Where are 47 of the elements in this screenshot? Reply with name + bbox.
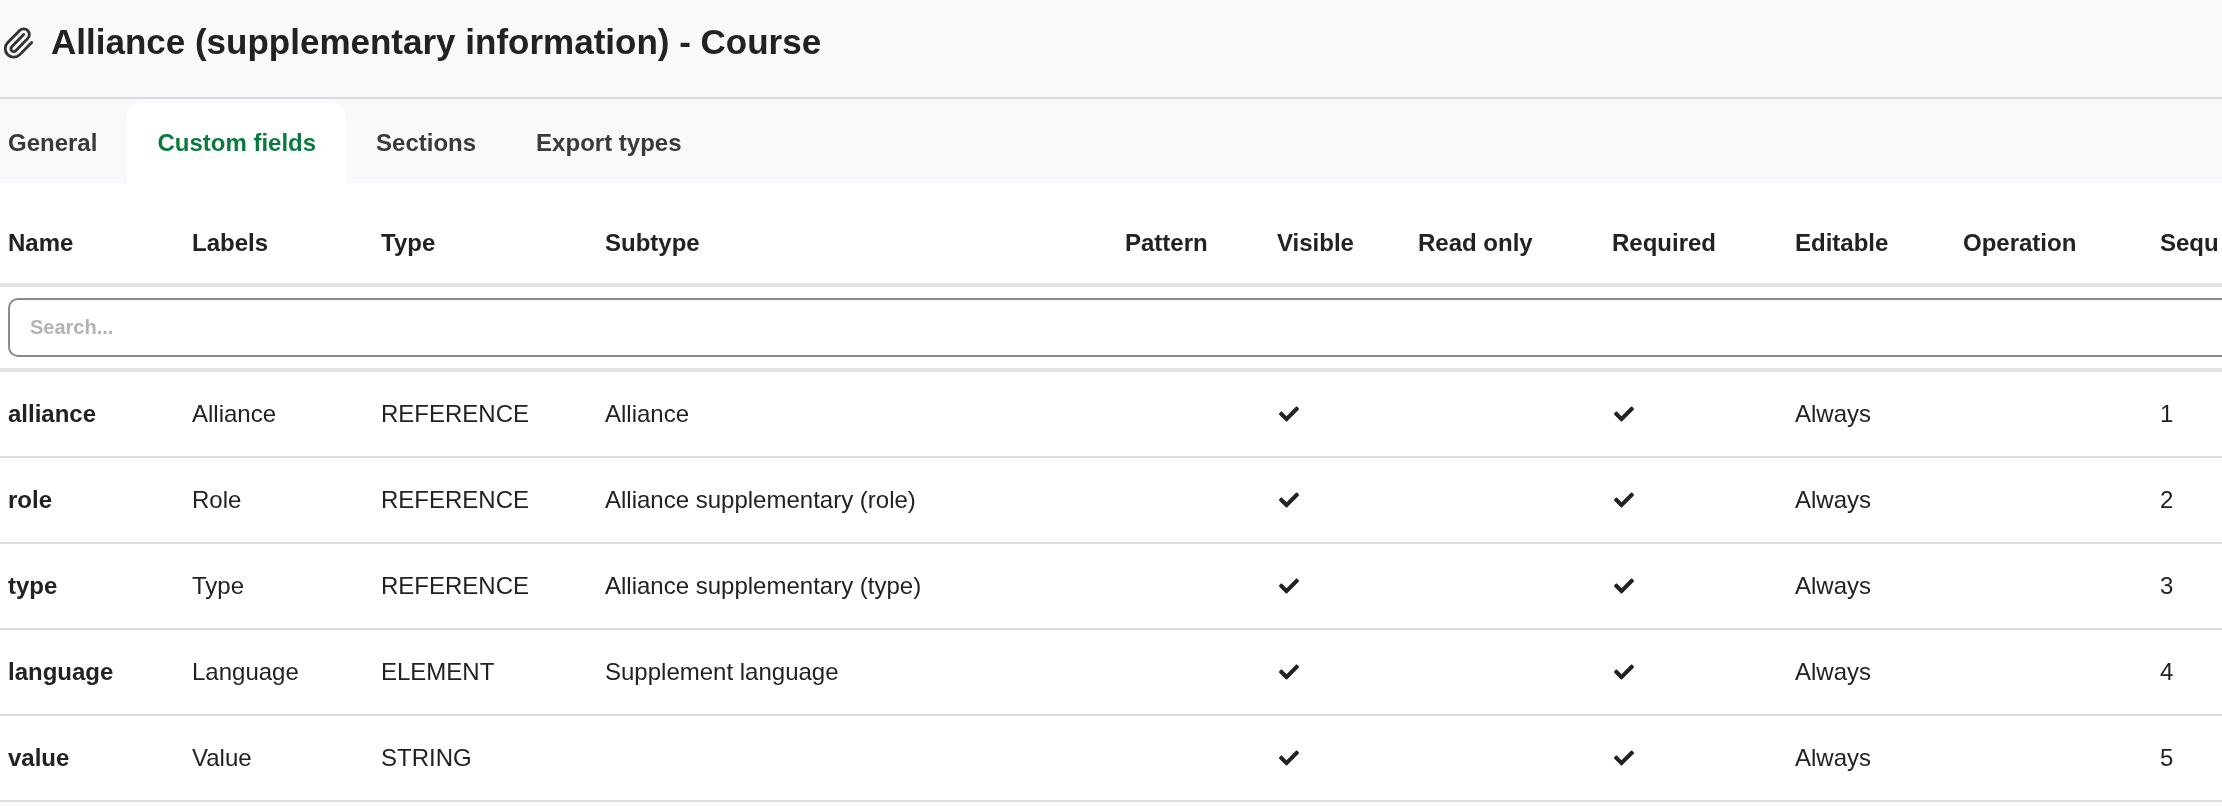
table-cell: 3	[2160, 572, 2174, 599]
column-header: Visible	[1277, 228, 1355, 258]
table-cell: REFERENCE	[381, 486, 530, 513]
table-cell: 4	[2160, 658, 2174, 685]
table-cell: 1	[2160, 400, 2174, 427]
column-header: Pattern	[1125, 228, 1209, 258]
column-header: Labels	[192, 228, 270, 258]
table-cell: Language	[192, 658, 299, 685]
table-cell: REFERENCE	[381, 572, 530, 599]
column-header: Operation	[1963, 228, 2078, 258]
table-cell: Always	[1795, 744, 1872, 771]
column-header: Sequ	[2160, 228, 2220, 258]
table-cell: REFERENCE	[381, 400, 530, 427]
table-cell: 2	[2160, 486, 2174, 513]
table-cell: STRING	[381, 744, 472, 771]
column-header: Type	[381, 228, 437, 258]
table-cell: Alliance supplementary (type)	[605, 572, 922, 599]
table-cell: 5	[2160, 744, 2174, 771]
column-header: Name	[8, 228, 75, 258]
tab[interactable]: Sections	[346, 103, 507, 183]
tab[interactable]: General	[0, 103, 128, 183]
table-cell: Always	[1795, 400, 1872, 427]
search-field[interactable]: Search...	[8, 298, 2222, 357]
table-cell: Value	[192, 744, 252, 771]
column-header: Required	[1612, 228, 1717, 258]
paperclip-icon	[1, 25, 35, 60]
table-cell: Always	[1795, 486, 1872, 513]
column-header: Editable	[1795, 228, 1890, 258]
table-cell: role	[8, 486, 52, 513]
table-cell: Always	[1795, 572, 1872, 599]
table-cell: Always	[1795, 658, 1872, 685]
page-title: Alliance (supplementary information) - Course	[51, 21, 822, 64]
column-header: Subtype	[605, 228, 701, 258]
table-cell: Alliance	[192, 400, 277, 427]
table-cell: Alliance	[605, 400, 690, 427]
tab[interactable]: Custom fields	[127, 103, 347, 183]
table-cell: alliance	[8, 400, 97, 427]
table-cell: Type	[192, 572, 245, 599]
column-header: Read only	[1418, 228, 1534, 258]
table-cell: Supplement language	[605, 658, 839, 685]
table-cell: value	[8, 744, 70, 771]
table-cell: Alliance supplementary (role)	[605, 486, 916, 513]
table-cell: type	[8, 572, 58, 599]
table-cell: language	[8, 658, 114, 685]
table-cell: ELEMENT	[381, 658, 495, 685]
table-cell: Role	[192, 486, 242, 513]
tab[interactable]: Export types	[506, 103, 712, 183]
